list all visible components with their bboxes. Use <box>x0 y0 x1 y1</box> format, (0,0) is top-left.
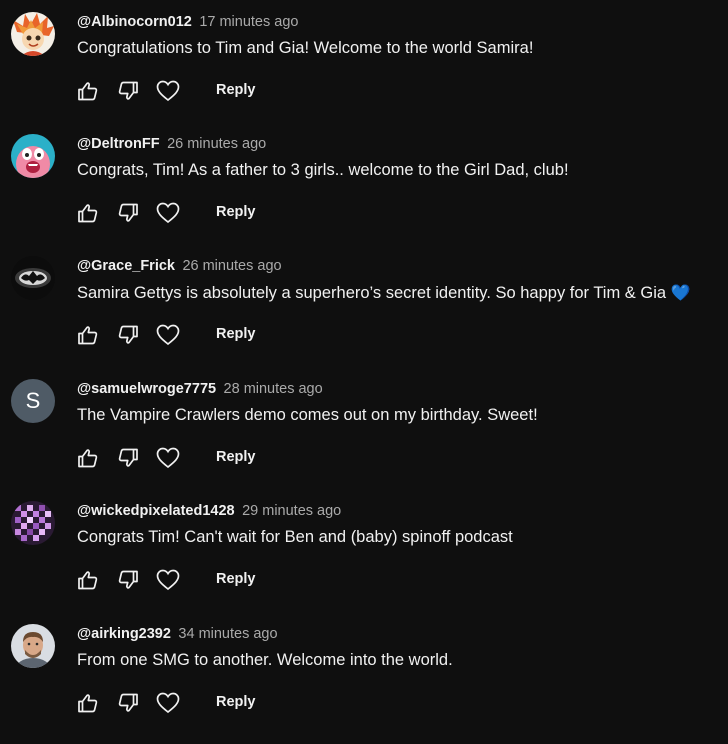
heart-icon <box>156 80 180 102</box>
comment-author[interactable]: @Grace_Frick <box>77 258 175 274</box>
reply-button[interactable]: Reply <box>216 449 256 465</box>
thumbs-up-icon <box>78 326 98 345</box>
thumbs-down-icon <box>118 570 138 589</box>
comment: S @samuelwroge7775 28 minutes ago The Va… <box>0 377 728 499</box>
avatar[interactable] <box>11 624 55 668</box>
comment-actions: Reply <box>76 79 276 103</box>
comment-timestamp[interactable]: 34 minutes ago <box>178 626 277 642</box>
reply-button[interactable]: Reply <box>216 82 256 98</box>
avatar[interactable] <box>11 501 55 545</box>
heart-icon <box>156 324 180 346</box>
comment-actions: Reply <box>76 446 276 470</box>
avatar-initial: S <box>25 388 41 413</box>
comment-text: Congratulations to Tim and Gia! Welcome … <box>77 39 533 58</box>
thumbs-down-icon <box>118 81 138 100</box>
reply-button[interactable]: Reply <box>216 571 256 587</box>
like-button[interactable] <box>76 79 100 103</box>
comment-text: Congrats, Tim! As a father to 3 girls.. … <box>77 161 569 180</box>
thumbs-down-icon <box>118 448 138 467</box>
thumbs-up-icon <box>78 694 98 713</box>
comment-text: Congrats Tim! Can't wait for Ben and (ba… <box>77 528 513 547</box>
heart-button[interactable] <box>156 568 180 592</box>
comment-author[interactable]: @DeltronFF <box>77 136 160 152</box>
comment-author[interactable]: @airking2392 <box>77 626 171 642</box>
reply-button[interactable]: Reply <box>216 204 256 220</box>
heart-icon <box>156 202 180 224</box>
comment-author[interactable]: @Albinocorn012 <box>77 14 192 30</box>
comment-text: The Vampire Crawlers demo comes out on m… <box>77 406 538 425</box>
like-button[interactable] <box>76 323 100 347</box>
comment-actions: Reply <box>76 568 276 592</box>
pixel-avatar-image <box>11 501 55 545</box>
thumbs-down-icon <box>118 325 138 344</box>
comment: @airking2392 34 minutes ago From one SMG… <box>0 622 728 744</box>
like-button[interactable] <box>76 446 100 470</box>
comment-text-content: Congrats Tim! Can't wait for Ben and (ba… <box>77 528 513 546</box>
avatar[interactable] <box>11 256 55 300</box>
comment-text-content: From one SMG to another. Welcome into th… <box>77 651 453 669</box>
dislike-button[interactable] <box>116 323 140 347</box>
comment: @wickedpixelated1428 29 minutes ago Cong… <box>0 499 728 621</box>
heart-button[interactable] <box>156 79 180 103</box>
avatar[interactable] <box>11 12 55 56</box>
thumbs-down-icon <box>118 693 138 712</box>
cartoon-avatar-image <box>11 134 55 178</box>
comment-actions: Reply <box>76 201 276 225</box>
heart-button[interactable] <box>156 691 180 715</box>
heart-button[interactable] <box>156 323 180 347</box>
heart-button[interactable] <box>156 201 180 225</box>
thumbs-up-icon <box>78 204 98 223</box>
comment-timestamp[interactable]: 29 minutes ago <box>242 503 341 519</box>
dislike-button[interactable] <box>116 446 140 470</box>
comment-text-content: Congratulations to Tim and Gia! Welcome … <box>77 39 534 57</box>
photo-avatar-image <box>11 624 55 668</box>
comment-text-content: The Vampire Crawlers demo comes out on m… <box>77 406 538 424</box>
dislike-button[interactable] <box>116 568 140 592</box>
cartoon-avatar-image <box>11 12 55 56</box>
dislike-button[interactable] <box>116 79 140 103</box>
thumbs-up-icon <box>78 449 98 468</box>
comment-actions: Reply <box>76 323 276 347</box>
like-button[interactable] <box>76 568 100 592</box>
blue-heart-emoji: 💙 <box>670 285 691 302</box>
thumbs-up-icon <box>78 82 98 101</box>
thumbs-up-icon <box>78 571 98 590</box>
comment-author[interactable]: @samuelwroge7775 <box>77 381 216 397</box>
comment: @DeltronFF 26 minutes ago Congrats, Tim!… <box>0 132 728 254</box>
comment: @Albinocorn012 17 minutes ago Congratula… <box>0 10 728 132</box>
dislike-button[interactable] <box>116 201 140 225</box>
like-button[interactable] <box>76 201 100 225</box>
comment-text: From one SMG to another. Welcome into th… <box>77 651 453 670</box>
like-button[interactable] <box>76 691 100 715</box>
comment: @Grace_Frick 26 minutes ago Samira Getty… <box>0 254 728 376</box>
dislike-button[interactable] <box>116 691 140 715</box>
comment-actions: Reply <box>76 691 276 715</box>
avatar[interactable] <box>11 134 55 178</box>
avatar[interactable]: S <box>11 379 55 423</box>
heart-button[interactable] <box>156 446 180 470</box>
comment-author[interactable]: @wickedpixelated1428 <box>77 503 235 519</box>
reply-button[interactable]: Reply <box>216 326 256 342</box>
reply-button[interactable]: Reply <box>216 694 256 710</box>
thumbs-down-icon <box>118 203 138 222</box>
comment-text: Samira Gettys is absolutely a superhero’… <box>77 283 691 303</box>
comment-timestamp[interactable]: 28 minutes ago <box>224 381 323 397</box>
heart-icon <box>156 447 180 469</box>
heart-icon <box>156 692 180 714</box>
comment-timestamp[interactable]: 26 minutes ago <box>167 136 266 152</box>
heart-icon <box>156 569 180 591</box>
comment-text-content: Samira Gettys is absolutely a superhero’… <box>77 284 667 302</box>
comment-timestamp[interactable]: 17 minutes ago <box>199 14 298 30</box>
comment-text-content: Congrats, Tim! As a father to 3 girls.. … <box>77 161 569 179</box>
photo-avatar-image <box>11 256 55 300</box>
comment-timestamp[interactable]: 26 minutes ago <box>182 258 281 274</box>
